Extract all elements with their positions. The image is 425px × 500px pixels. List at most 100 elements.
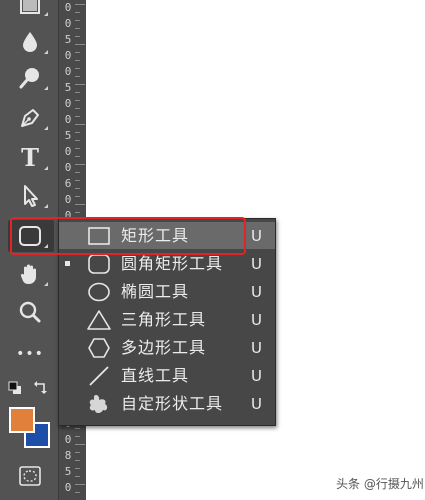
menu-item-triangle-tool[interactable]: 三角形工具 U bbox=[59, 306, 275, 333]
annotation-highlight-box bbox=[10, 217, 246, 255]
ruler-tick bbox=[75, 108, 80, 109]
ruler-tick bbox=[75, 44, 85, 45]
menu-item-shortcut: U bbox=[251, 311, 262, 329]
ruler-tick bbox=[75, 212, 80, 213]
ruler-tick bbox=[75, 12, 80, 13]
polygon-icon bbox=[87, 336, 111, 360]
quick-mask-icon bbox=[19, 466, 41, 486]
ruler-tick bbox=[75, 76, 80, 77]
ruler-label: 8 bbox=[64, 449, 72, 462]
ruler-tick bbox=[75, 460, 80, 461]
rounded-rectangle-icon bbox=[87, 252, 111, 276]
gradient-tool[interactable] bbox=[10, 0, 50, 18]
ruler-label: 0 bbox=[64, 433, 72, 446]
type-tool[interactable]: T bbox=[10, 144, 50, 172]
foreground-color-swatch[interactable] bbox=[9, 407, 35, 433]
line-icon bbox=[87, 364, 111, 388]
ruler-label: 5 bbox=[64, 81, 72, 94]
ruler-label: 5 bbox=[64, 465, 72, 478]
ruler-tick bbox=[75, 172, 80, 173]
ruler-tick bbox=[75, 492, 80, 493]
ruler-tick bbox=[75, 468, 80, 469]
ruler-tick bbox=[75, 148, 80, 149]
ruler-tick bbox=[75, 436, 80, 437]
ellipse-icon bbox=[87, 280, 111, 304]
pen-tool[interactable] bbox=[10, 104, 50, 132]
ruler-tick bbox=[75, 428, 80, 429]
ruler-label: 0 bbox=[64, 161, 72, 174]
hand-icon bbox=[20, 264, 36, 284]
menu-item-shortcut: U bbox=[251, 339, 262, 357]
swap-colors-icon[interactable] bbox=[33, 379, 49, 395]
ruler-tick bbox=[75, 476, 80, 477]
ruler-tick bbox=[75, 484, 85, 485]
ruler-label: 0 bbox=[64, 113, 72, 126]
ruler-tick bbox=[75, 52, 80, 53]
menu-item-line-tool[interactable]: 直线工具 U bbox=[59, 362, 275, 389]
ruler-tick bbox=[75, 140, 80, 141]
ruler-label: 5 bbox=[64, 129, 72, 142]
ruler-label: 0 bbox=[64, 481, 72, 494]
ruler-tick bbox=[75, 124, 85, 125]
ruler-tick bbox=[75, 156, 80, 157]
ruler-tick bbox=[75, 452, 80, 453]
menu-item-shortcut: U bbox=[251, 283, 262, 301]
menu-item-label: 三角形工具 bbox=[121, 310, 207, 329]
ruler-tick bbox=[75, 196, 80, 197]
ruler-tick bbox=[75, 132, 80, 133]
menu-item-label: 多边形工具 bbox=[121, 338, 207, 357]
menu-item-shortcut: U bbox=[251, 227, 262, 245]
ruler-label: 0 bbox=[64, 145, 72, 158]
menu-item-label: 直线工具 bbox=[121, 366, 190, 385]
ruler-tick bbox=[75, 28, 80, 29]
path-selection-arrow-icon bbox=[24, 185, 38, 207]
more-tools-button[interactable]: ••• bbox=[10, 340, 50, 368]
dodge-icon bbox=[19, 68, 39, 89]
triangle-icon bbox=[87, 308, 111, 332]
ruler-tick bbox=[75, 180, 80, 181]
menu-item-shortcut: U bbox=[251, 255, 262, 273]
menu-item-shortcut: U bbox=[251, 367, 262, 385]
blur-tool[interactable] bbox=[10, 28, 50, 56]
menu-item-label: 椭圆工具 bbox=[121, 282, 190, 301]
ruler-label: 6 bbox=[64, 177, 72, 190]
ruler-label: 0 bbox=[64, 97, 72, 110]
ruler-tick bbox=[75, 84, 85, 85]
zoom-icon bbox=[19, 301, 41, 323]
menu-item-label: 自定形状工具 bbox=[121, 394, 224, 413]
menu-item-ellipse-tool[interactable]: 椭圆工具 U bbox=[59, 278, 275, 305]
ruler-tick bbox=[75, 20, 80, 21]
blur-drop-icon bbox=[23, 32, 37, 52]
gradient-icon bbox=[20, 0, 40, 14]
ruler-label: 0 bbox=[64, 193, 72, 206]
default-colors-icon[interactable] bbox=[8, 381, 22, 395]
menu-item-polygon-tool[interactable]: 多边形工具 U bbox=[59, 334, 275, 361]
ruler-label: 0 bbox=[64, 17, 72, 30]
ruler-tick bbox=[75, 188, 80, 189]
zoom-tool[interactable] bbox=[10, 298, 50, 326]
ruler-tick bbox=[75, 36, 80, 37]
menu-item-custom-shape-tool[interactable]: 自定形状工具 U bbox=[59, 390, 275, 417]
pen-icon bbox=[21, 109, 39, 127]
custom-shape-icon bbox=[87, 392, 111, 416]
quick-mask-button[interactable] bbox=[10, 462, 50, 490]
ruler-tick bbox=[75, 4, 85, 5]
ruler-tick bbox=[75, 100, 80, 101]
hand-tool[interactable] bbox=[10, 260, 50, 288]
menu-item-shortcut: U bbox=[251, 395, 262, 413]
ruler-tick bbox=[75, 164, 85, 165]
path-selection-tool[interactable] bbox=[10, 182, 50, 210]
ruler-label: 5 bbox=[64, 33, 72, 46]
ruler-label: 0 bbox=[64, 65, 72, 78]
more-tools-icon: ••• bbox=[16, 346, 44, 362]
ruler-tick bbox=[75, 92, 80, 93]
ruler-tick bbox=[75, 116, 80, 117]
dodge-tool[interactable] bbox=[10, 64, 50, 92]
ruler-tick bbox=[75, 444, 85, 445]
ruler-tick bbox=[75, 60, 80, 61]
ruler-label: 0 bbox=[64, 1, 72, 14]
ruler-tick bbox=[75, 68, 80, 69]
type-icon: T bbox=[21, 143, 39, 172]
current-tool-bullet bbox=[65, 261, 70, 266]
menu-item-label: 圆角矩形工具 bbox=[121, 254, 224, 273]
